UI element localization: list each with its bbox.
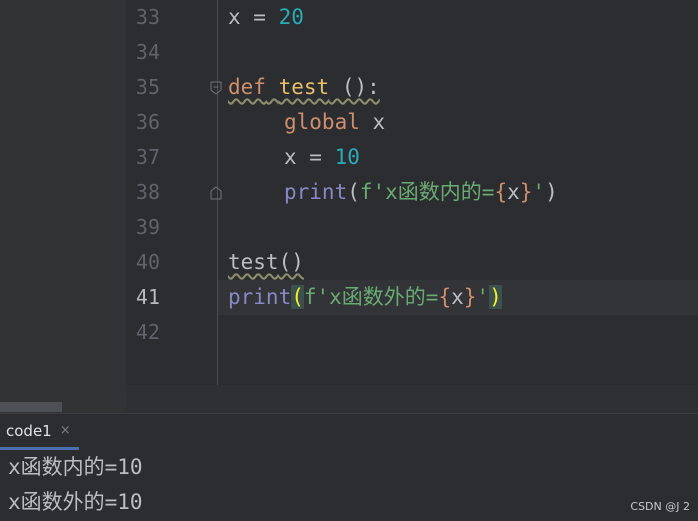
builtin-print: print <box>228 285 292 309</box>
run-console[interactable]: x函数内的=10 x函数外的=10 <box>0 450 698 521</box>
open-paren: ( <box>347 180 360 204</box>
operator: = <box>296 145 335 169</box>
fstring-brace: } <box>519 180 533 204</box>
line-number: 33 <box>135 5 160 29</box>
line-number: 35 <box>135 75 160 99</box>
fstring-brace: { <box>494 180 508 204</box>
number-literal: 10 <box>334 145 360 169</box>
console-line: x函数内的=10 <box>8 455 143 479</box>
horizontal-scrollbar[interactable] <box>0 402 62 412</box>
identifier: x <box>372 110 386 134</box>
tab-code1[interactable]: code1 × <box>0 414 79 450</box>
matched-open-paren: ( <box>291 285 304 309</box>
code-line-40: test() <box>228 245 304 280</box>
code-line-33: x = 20 <box>228 0 304 35</box>
code-line-38: print(f'x函数内的={x}') <box>284 175 558 210</box>
identifier: x <box>228 5 241 29</box>
function-name: test <box>278 75 330 99</box>
line-number: 42 <box>135 320 160 344</box>
line-number: 38 <box>135 180 160 204</box>
fstring-brace: } <box>463 285 477 309</box>
fstring-start: f'x函数外的= <box>303 285 439 309</box>
builtin-print: print <box>284 180 348 204</box>
code-line-41: print(f'x函数外的={x}') <box>228 280 502 315</box>
parameter-list: (): <box>329 75 380 99</box>
number-literal: 20 <box>278 5 304 29</box>
close-icon[interactable]: × <box>60 423 71 438</box>
code-line-36: global x <box>284 105 385 140</box>
watermark: CSDN @J 2 <box>630 500 690 513</box>
code-line-37: x = 10 <box>284 140 360 175</box>
identifier: x <box>507 180 520 204</box>
code-line-35: def test (): <box>228 70 380 105</box>
fstring-end: ' <box>476 285 490 309</box>
run-tab-bar: code1 × <box>0 413 698 450</box>
operator: = <box>240 5 279 29</box>
close-paren: ) <box>545 180 558 204</box>
keyword-global: global <box>284 110 360 134</box>
line-number: 34 <box>135 40 160 64</box>
tab-label: code1 <box>6 421 52 440</box>
call-parens: () <box>278 250 304 274</box>
fstring-start: f'x函数内的= <box>359 180 495 204</box>
matched-close-paren: ) <box>489 285 502 309</box>
line-number: 36 <box>135 110 160 134</box>
line-number: 39 <box>135 215 160 239</box>
fstring-brace: { <box>438 285 452 309</box>
keyword-def: def <box>228 75 266 99</box>
function-call: test <box>228 250 279 274</box>
left-panel-strip <box>0 0 126 413</box>
fstring-end: ' <box>532 180 546 204</box>
fold-end-icon[interactable] <box>209 186 223 200</box>
editor-bottom-area <box>126 385 698 413</box>
fold-start-icon[interactable] <box>209 81 223 95</box>
line-number-active: 41 <box>135 285 160 309</box>
warning-underline: test() <box>228 250 304 274</box>
line-number: 40 <box>135 250 160 274</box>
identifier: x <box>284 145 297 169</box>
warning-underline: def test (): <box>228 75 380 99</box>
identifier: x <box>451 285 464 309</box>
console-line: x函数外的=10 <box>8 490 143 514</box>
line-number: 37 <box>135 145 160 169</box>
